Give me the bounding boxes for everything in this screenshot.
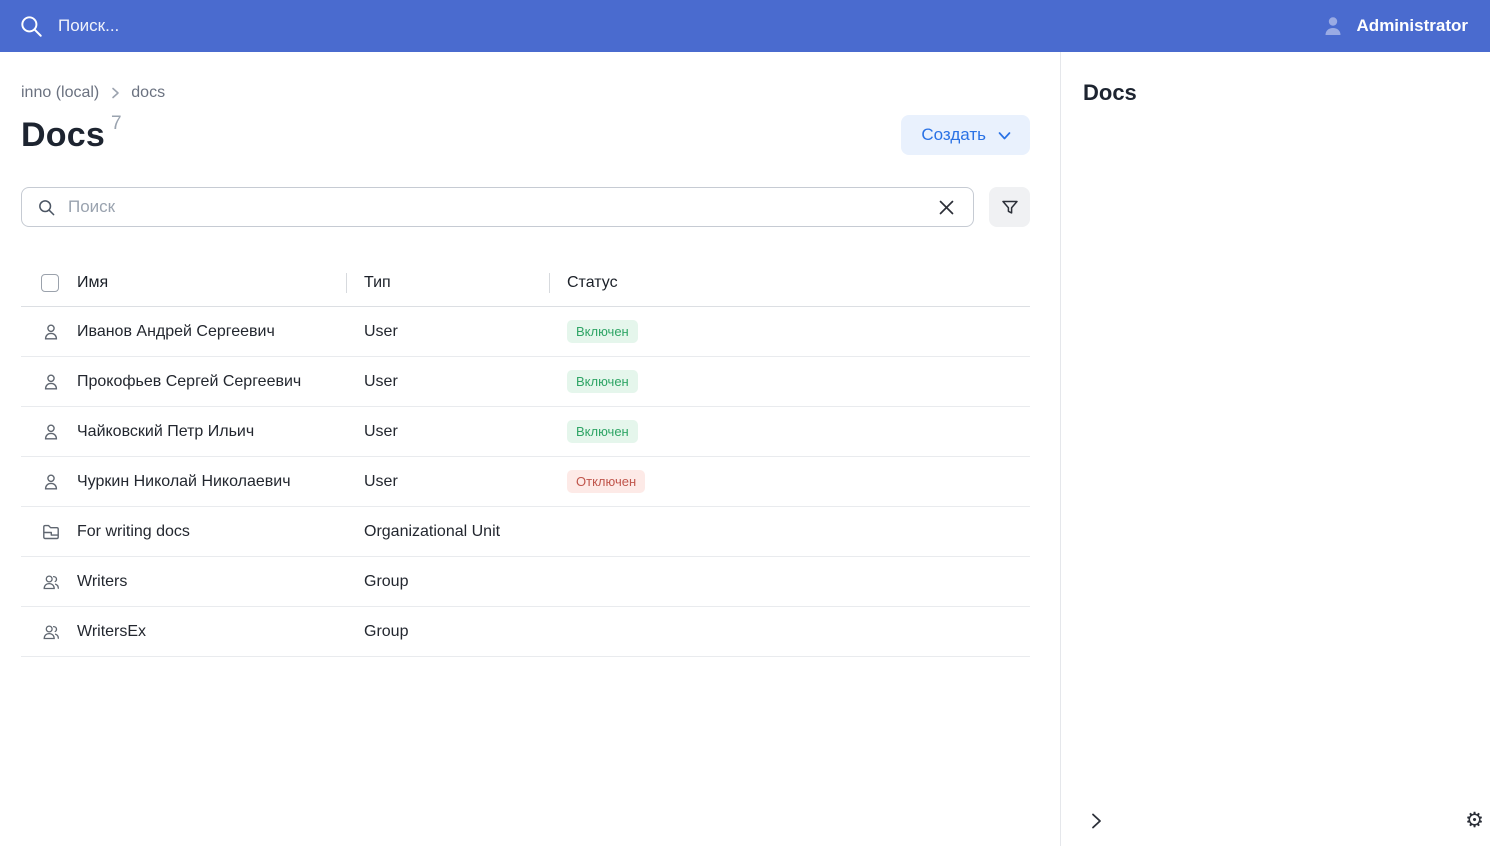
user-icon xyxy=(41,422,61,442)
breadcrumb: inno (local) docs xyxy=(21,84,1030,102)
user-icon xyxy=(41,472,61,492)
item-count: 7 xyxy=(111,113,122,134)
entry-name: Чайковский Петр Ильич xyxy=(77,422,254,442)
create-button[interactable]: Создать xyxy=(901,115,1030,155)
panel-title: Docs xyxy=(1083,80,1468,106)
table-row[interactable]: Чуркин Николай Николаевич User Отключен xyxy=(21,457,1030,507)
entry-name: For writing docs xyxy=(77,522,190,542)
topbar-search[interactable]: Поиск... xyxy=(18,13,119,39)
topbar-search-placeholder[interactable]: Поиск... xyxy=(58,16,119,36)
user-avatar-icon xyxy=(1321,14,1345,38)
clear-search-button[interactable] xyxy=(934,195,959,220)
entry-name: Иванов Андрей Сергеевич xyxy=(77,322,275,342)
column-header-name[interactable]: Имя xyxy=(77,274,108,292)
entry-name: WritersEx xyxy=(77,622,146,642)
user-name: Administrator xyxy=(1357,16,1468,36)
group-icon xyxy=(41,572,61,592)
status-badge: Включен xyxy=(567,420,638,443)
entry-type: User xyxy=(346,473,549,491)
status-badge: Отключен xyxy=(567,470,645,493)
status-badge: Включен xyxy=(567,370,638,393)
table-row[interactable]: Writers Group xyxy=(21,557,1030,607)
select-all-checkbox[interactable] xyxy=(41,274,59,292)
settings-gear-icon[interactable]: ⚙ xyxy=(1463,808,1486,833)
topbar: Поиск... Administrator xyxy=(0,0,1490,52)
status-badge: Включен xyxy=(567,320,638,343)
entry-type: Organizational Unit xyxy=(346,523,549,541)
entry-type: Group xyxy=(346,623,549,641)
search-icon xyxy=(18,13,44,39)
table-row[interactable]: Прокофьев Сергей Сергеевич User Включен xyxy=(21,357,1030,407)
column-header-type[interactable]: Тип xyxy=(346,274,549,292)
entry-type: User xyxy=(346,323,549,341)
group-icon xyxy=(41,622,61,642)
entry-name: Writers xyxy=(77,572,127,592)
column-header-status[interactable]: Статус xyxy=(549,274,1030,292)
search-icon xyxy=(37,198,56,217)
details-panel: Docs ⚙ xyxy=(1061,52,1490,846)
user-icon xyxy=(41,322,61,342)
search-input[interactable] xyxy=(68,197,922,217)
panel-collapse-button[interactable] xyxy=(1085,807,1107,835)
table-row[interactable]: Иванов Андрей Сергеевич User Включен xyxy=(21,307,1030,357)
filter-button[interactable] xyxy=(989,187,1030,227)
filter-funnel-icon xyxy=(1001,198,1019,216)
user-icon xyxy=(41,372,61,392)
chevron-down-icon xyxy=(997,128,1012,143)
chevron-right-icon xyxy=(1089,811,1103,831)
entry-type: User xyxy=(346,373,549,391)
entry-name: Чуркин Николай Николаевич xyxy=(77,472,291,492)
breadcrumb-item-root[interactable]: inno (local) xyxy=(21,84,99,102)
entry-name: Прокофьев Сергей Сергеевич xyxy=(77,372,301,392)
table-body: Иванов Андрей Сергеевич User Включен Про… xyxy=(21,307,1030,657)
entry-type: User xyxy=(346,423,549,441)
table-header: Имя Тип Статус xyxy=(21,260,1030,307)
table-row[interactable]: For writing docs Organizational Unit xyxy=(21,507,1030,557)
chevron-right-icon xyxy=(108,86,122,100)
user-menu[interactable]: Administrator xyxy=(1321,14,1468,38)
folder-icon xyxy=(41,522,61,542)
content-area: inno (local) docs Docs7 Создать xyxy=(0,52,1061,846)
entries-table: Имя Тип Статус Иванов Андрей Серг xyxy=(21,260,1030,657)
breadcrumb-item-current[interactable]: docs xyxy=(131,84,165,102)
table-row[interactable]: WritersEx Group xyxy=(21,607,1030,657)
entry-type: Group xyxy=(346,573,549,591)
search-box xyxy=(21,187,974,227)
close-icon xyxy=(938,199,955,216)
table-row[interactable]: Чайковский Петр Ильич User Включен xyxy=(21,407,1030,457)
page-title: Docs7 xyxy=(21,116,122,155)
